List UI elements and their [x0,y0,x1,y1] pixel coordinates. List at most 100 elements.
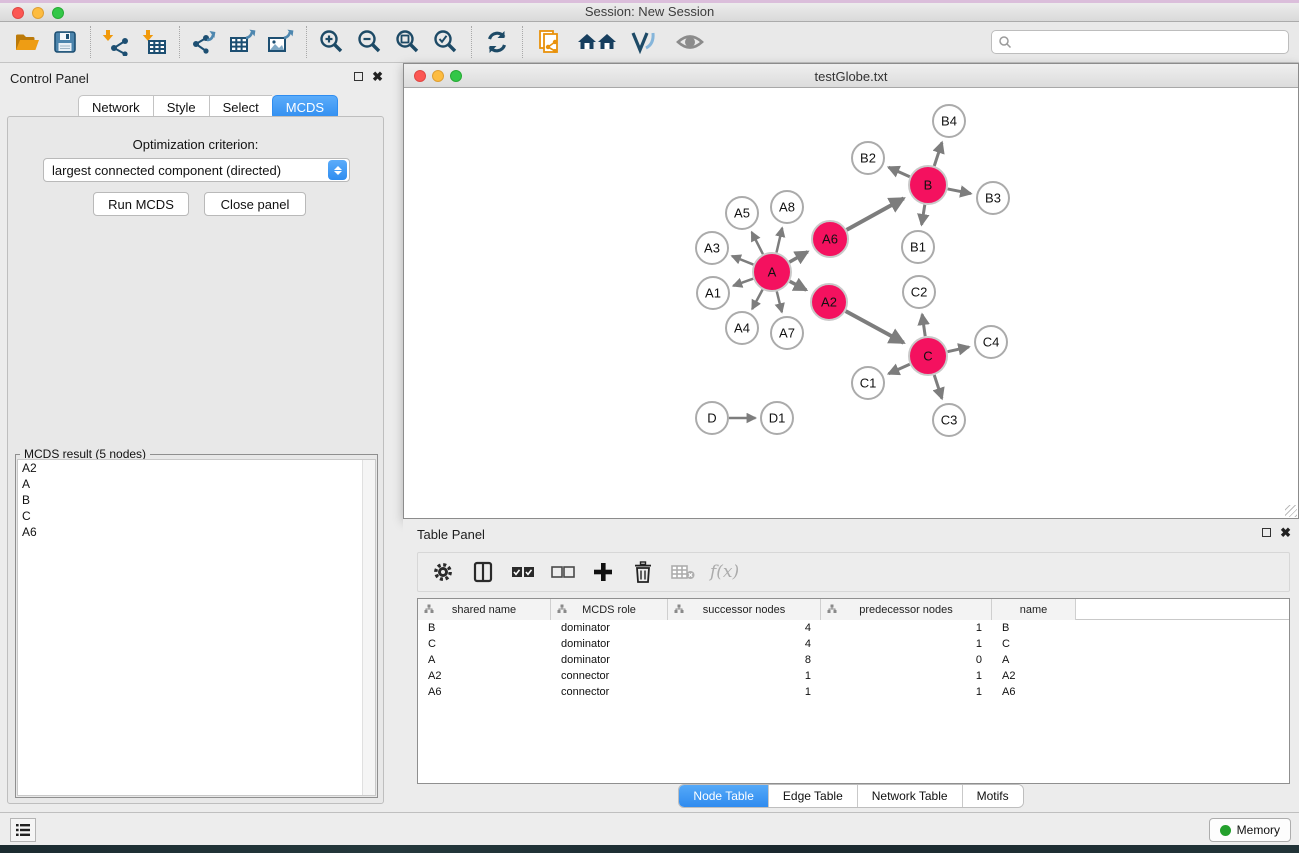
new-session-from-network-icon[interactable] [529,25,573,59]
import-network-icon[interactable] [97,25,135,59]
open-session-icon[interactable] [8,25,46,59]
edge-A-A2[interactable] [790,281,807,290]
node-A5[interactable]: A5 [726,197,758,229]
table-row[interactable]: A2connector11A2 [418,668,1289,684]
result-item[interactable]: C [18,508,375,524]
table-tabs-bar: Node TableEdge TableNetwork TableMotifs [403,784,1299,808]
network-canvas[interactable]: B4 B2 B B3 A8 A5 A6 B1 A3 A C2 A1 A2 A4 A7 C4 C C1 C3 D D1 [404,88,1298,518]
node-B4[interactable]: B4 [933,105,965,137]
graphics-details-icon[interactable] [621,25,665,59]
node-C3[interactable]: C3 [933,404,965,436]
column-header-successor-nodes[interactable]: successor nodes [668,599,821,620]
node-A7[interactable]: A7 [771,317,803,349]
tab-edge-table[interactable]: Edge Table [769,785,858,807]
save-session-icon[interactable] [46,25,84,59]
tab-node-table[interactable]: Node Table [679,785,769,807]
node-B3[interactable]: B3 [977,182,1009,214]
tab-network-table[interactable]: Network Table [858,785,963,807]
node-D1[interactable]: D1 [761,402,793,434]
edge-A-A8[interactable] [776,228,782,253]
zoom-in-icon[interactable] [313,25,351,59]
result-scrollbar[interactable] [362,460,375,795]
export-image-icon[interactable] [262,25,300,59]
create-column-icon[interactable] [590,559,616,585]
node-D[interactable]: D [696,402,728,434]
export-network-icon[interactable] [186,25,224,59]
network-window-titlebar[interactable]: testGlobe.txt [404,64,1298,88]
select-all-icon[interactable] [510,559,536,585]
node-C4[interactable]: C4 [975,326,1007,358]
edge-A6-B[interactable] [847,198,904,229]
edge-A-A3[interactable] [732,256,753,265]
toolbar-separator [471,26,472,58]
node-C2[interactable]: C2 [903,276,935,308]
zoom-selected-icon[interactable] [427,25,465,59]
table-float-icon[interactable] [1262,528,1271,537]
export-table-icon[interactable] [224,25,262,59]
close-panel-button[interactable]: Close panel [204,192,306,216]
run-mcds-button[interactable]: Run MCDS [93,192,189,216]
node-A3[interactable]: A3 [696,232,728,264]
node-A2[interactable]: A2 [811,284,847,320]
node-table[interactable]: shared nameMCDS rolesuccessor nodesprede… [417,598,1290,784]
result-item[interactable]: A6 [18,524,375,540]
table-row[interactable]: A6connector11A6 [418,684,1289,700]
column-header-name[interactable]: name [992,599,1076,620]
close-panel-icon[interactable]: ✖ [372,69,383,85]
search-input[interactable] [1012,32,1288,52]
column-header-shared-name[interactable]: shared name [418,599,551,620]
criterion-dropdown[interactable]: largest connected component (directed) [43,158,350,182]
edge-C-C4[interactable] [948,347,969,352]
result-item[interactable]: A2 [18,460,375,476]
result-item[interactable]: A [18,476,375,492]
mcds-result-list[interactable]: A2ABCA6 [17,459,376,796]
result-item[interactable]: B [18,492,375,508]
edge-C-C3[interactable] [934,375,942,399]
node-B2[interactable]: B2 [852,142,884,174]
search-box[interactable] [991,30,1289,54]
edge-C-C1[interactable] [889,364,910,374]
edge-A-A7[interactable] [777,291,782,312]
tab-motifs[interactable]: Motifs [963,785,1023,807]
memory-button[interactable]: Memory [1209,818,1291,842]
resize-handle[interactable] [1285,505,1297,517]
birds-eye-view-icon[interactable] [665,25,715,59]
table-settings-gear-icon[interactable] [430,559,456,585]
float-panel-icon[interactable] [354,72,363,81]
node-B1[interactable]: B1 [902,231,934,263]
column-header-predecessor-nodes[interactable]: predecessor nodes [821,599,992,620]
zoom-fit-icon[interactable] [389,25,427,59]
edge-B-B2[interactable] [889,167,910,177]
import-table-icon[interactable] [135,25,173,59]
edge-B-B3[interactable] [948,189,971,194]
show-columns-icon[interactable] [470,559,496,585]
reset-view-icon[interactable] [573,25,621,59]
node-A6[interactable]: A6 [812,221,848,257]
table-row[interactable]: Adominator80A [418,652,1289,668]
node-C1[interactable]: C1 [852,367,884,399]
node-A[interactable]: A [753,253,791,291]
node-A8[interactable]: A8 [771,191,803,223]
column-header-MCDS-role[interactable]: MCDS role [551,599,668,620]
edge-A-A4[interactable] [752,290,762,309]
edge-B-B1[interactable] [922,205,925,225]
edge-C-C2[interactable] [922,314,925,336]
edge-A-A6[interactable] [789,252,807,262]
edge-A-A5[interactable] [752,232,763,254]
edge-A-A1[interactable] [733,279,753,286]
node-A1[interactable]: A1 [697,277,729,309]
table-row[interactable]: Cdominator41C [418,636,1289,652]
deselect-all-icon[interactable] [550,559,576,585]
table-close-icon[interactable]: ✖ [1280,525,1291,541]
zoom-out-icon[interactable] [351,25,389,59]
delete-column-trash-icon[interactable] [630,559,656,585]
edge-A2-C[interactable] [846,311,904,343]
edge-B-B4[interactable] [934,142,942,166]
refresh-icon[interactable] [478,25,516,59]
node-A4[interactable]: A4 [726,312,758,344]
node-C[interactable]: C [909,337,947,375]
task-history-button[interactable] [10,818,36,842]
network-graph[interactable]: B4 B2 B B3 A8 A5 A6 B1 A3 A C2 A1 A2 A4 A7 C4 C C1 C3 D D1 [404,88,1298,518]
node-B[interactable]: B [909,166,947,204]
table-row[interactable]: Bdominator41B [418,620,1289,636]
